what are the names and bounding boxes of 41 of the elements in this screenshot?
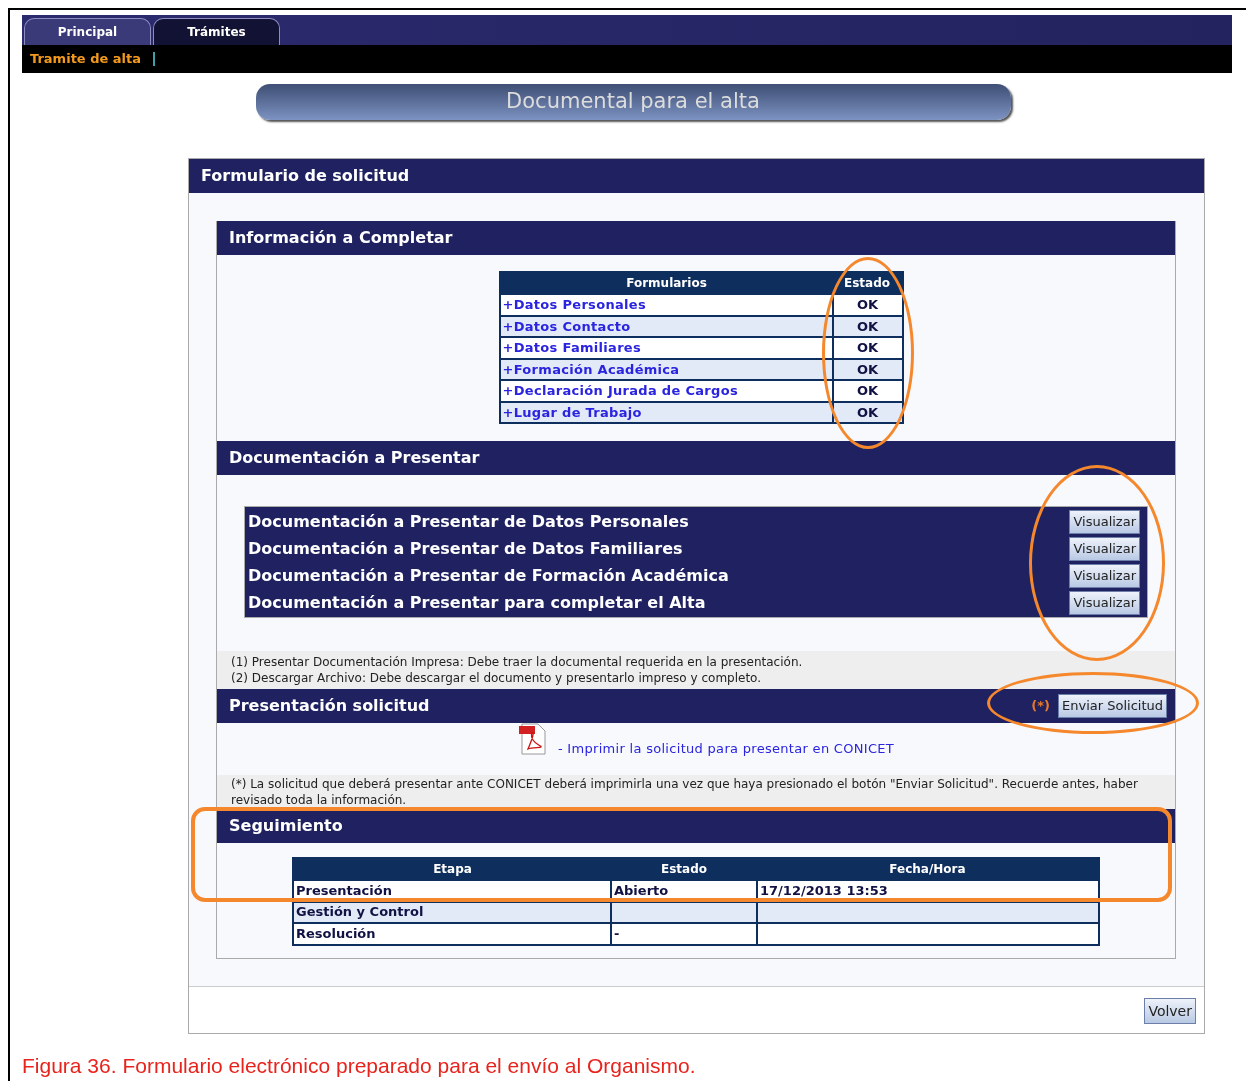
panel-header: Formulario de solicitud — [189, 159, 1204, 193]
section-title: Presentación solicitud — [229, 695, 430, 717]
column-header: Fecha/Hora — [757, 858, 1099, 880]
send-button[interactable]: Enviar Solicitud — [1058, 694, 1167, 718]
footnote: (1) Presentar Documentación Impresa: Debe traer la documental requerida en la presentación. — [231, 654, 804, 670]
document-label: Documentación a Presentar de Datos Familiares — [248, 537, 683, 560]
tab[interactable]: Principal — [24, 18, 151, 45]
column-header: Estado — [611, 858, 757, 880]
status-cell: OK — [832, 294, 903, 316]
section-header: Información a Completar — [217, 221, 1175, 255]
breadcrumb-link[interactable]: Tramite de alta — [30, 49, 142, 69]
table-cell: - — [614, 925, 620, 941]
figure-caption: Figura 36. Formulario electrónico preparado para el envío al Organismo. — [22, 1054, 696, 1078]
footnote: (2) Descargar Archivo: Debe descargar el documento y presentarlo impreso y completo. — [231, 670, 763, 686]
view-button[interactable]: Visualizar — [1069, 536, 1140, 561]
print-link[interactable]: - Imprimir la solicitud para presentar en CONICET — [557, 739, 895, 759]
table-cell: Presentación — [296, 882, 392, 898]
page-title: Documental para el alta — [255, 84, 1011, 120]
document-label: Documentación a Presentar de Datos Personales — [248, 510, 689, 533]
column-header: Etapa — [293, 858, 611, 880]
view-button[interactable]: Visualizar — [1069, 563, 1140, 588]
document-label: Documentación a Presentar para completar el Alta — [248, 591, 706, 614]
section-header: Seguimiento — [217, 809, 1175, 843]
note-text: (*) La solicitud que deberá presentar ante CONICET deberá imprimirla una vez que haya presionado el botón "Enviar Solicitud". Recuerde antes, haber revisado toda la información. — [217, 775, 1175, 809]
back-button[interactable]: Volver — [1144, 998, 1196, 1024]
status-cell: OK — [832, 401, 903, 423]
section-header: Documentación a Presentar — [217, 441, 1175, 475]
view-button[interactable]: Visualizar — [1069, 590, 1140, 615]
table-cell: Gestión y Control — [296, 904, 424, 920]
table-cell: Abierto — [614, 882, 669, 898]
required-marker: (*) — [1031, 697, 1050, 716]
status-cell: OK — [832, 380, 903, 402]
status-cell: OK — [832, 337, 903, 359]
tab[interactable]: Trámites — [153, 18, 280, 45]
table-cell: 17/12/2013 13:53 — [760, 882, 888, 898]
table-cell: Resolución — [296, 925, 376, 941]
document-label: Documentación a Presentar de Formación Académica — [248, 564, 729, 587]
view-button[interactable]: Visualizar — [1069, 509, 1140, 534]
column-header: Estado — [832, 272, 903, 294]
pdf-icon — [517, 723, 548, 755]
column-header: Formularios — [499, 272, 833, 294]
